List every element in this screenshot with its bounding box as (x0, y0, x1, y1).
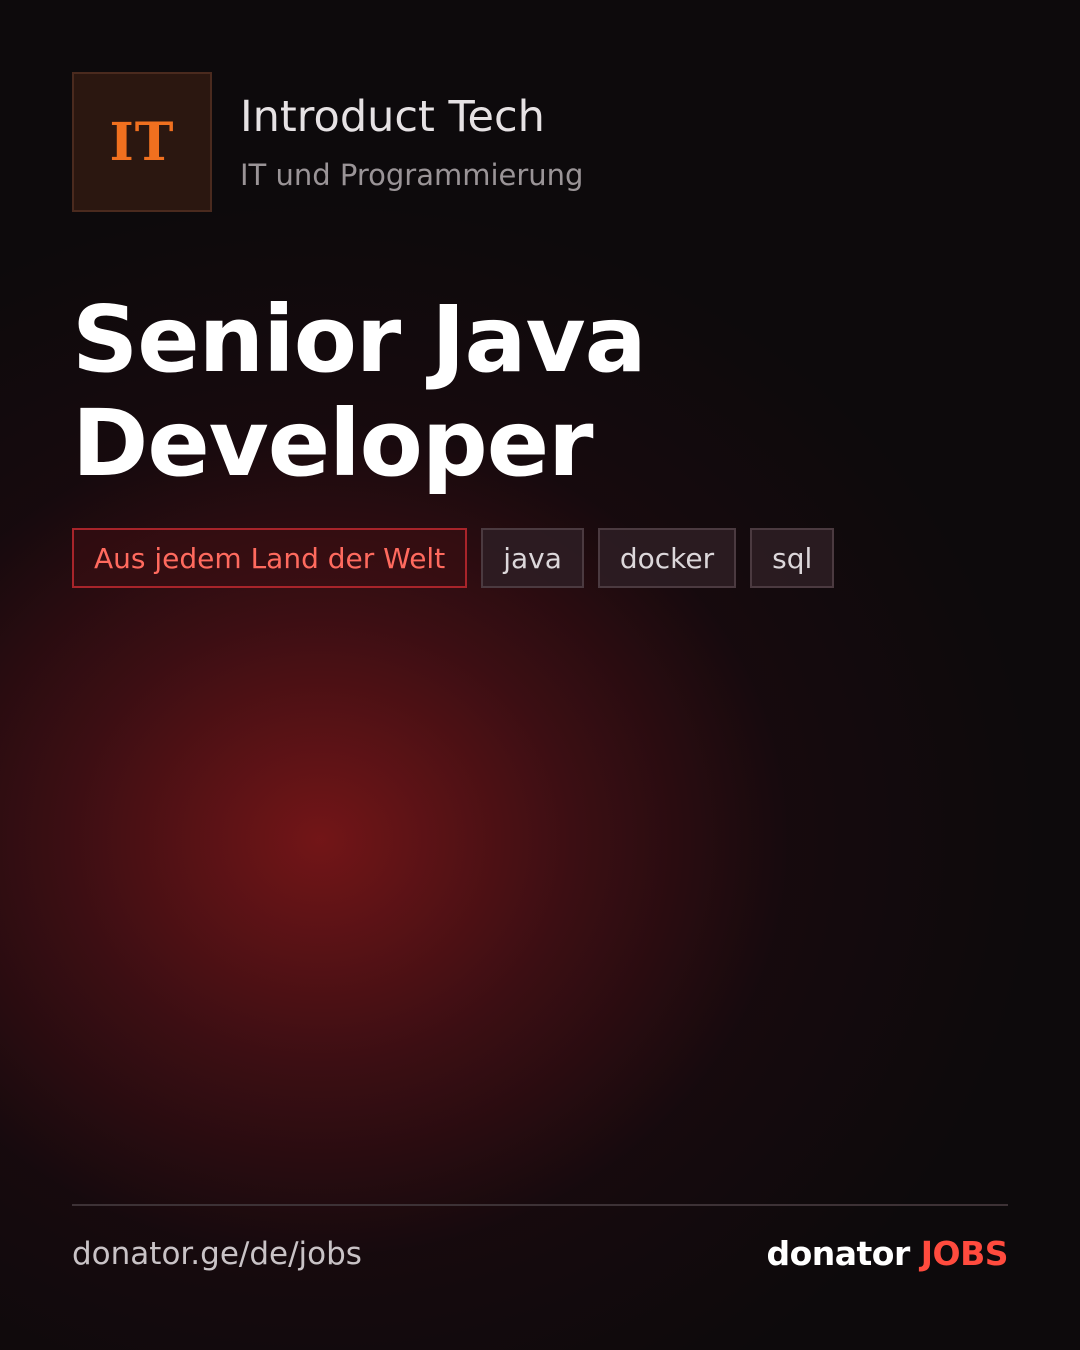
footer-divider (72, 1204, 1008, 1206)
company-category: IT und Programmierung (240, 158, 584, 192)
company-logo-text: IT (109, 111, 175, 173)
brand-jobs-label: JOBS (920, 1234, 1009, 1273)
company-name: Introduct Tech (240, 92, 545, 142)
tag-list: Aus jedem Land der Welt java docker sql (72, 528, 835, 588)
job-title: Senior Java Developer (72, 288, 1032, 496)
job-title-line-2: Developer (72, 390, 594, 497)
skill-tag-java: java (481, 528, 584, 588)
brand-name: donator (766, 1234, 910, 1273)
company-logo: IT (72, 72, 212, 212)
skill-tag-docker: docker (597, 528, 737, 588)
footer-url: donator.ge/de/jobs (72, 1236, 362, 1272)
brand-logo: donator JOBS (766, 1234, 1008, 1273)
skill-tag-sql: sql (750, 528, 835, 588)
location-tag: Aus jedem Land der Welt (72, 528, 468, 588)
job-title-line-1: Senior Java (72, 286, 647, 393)
